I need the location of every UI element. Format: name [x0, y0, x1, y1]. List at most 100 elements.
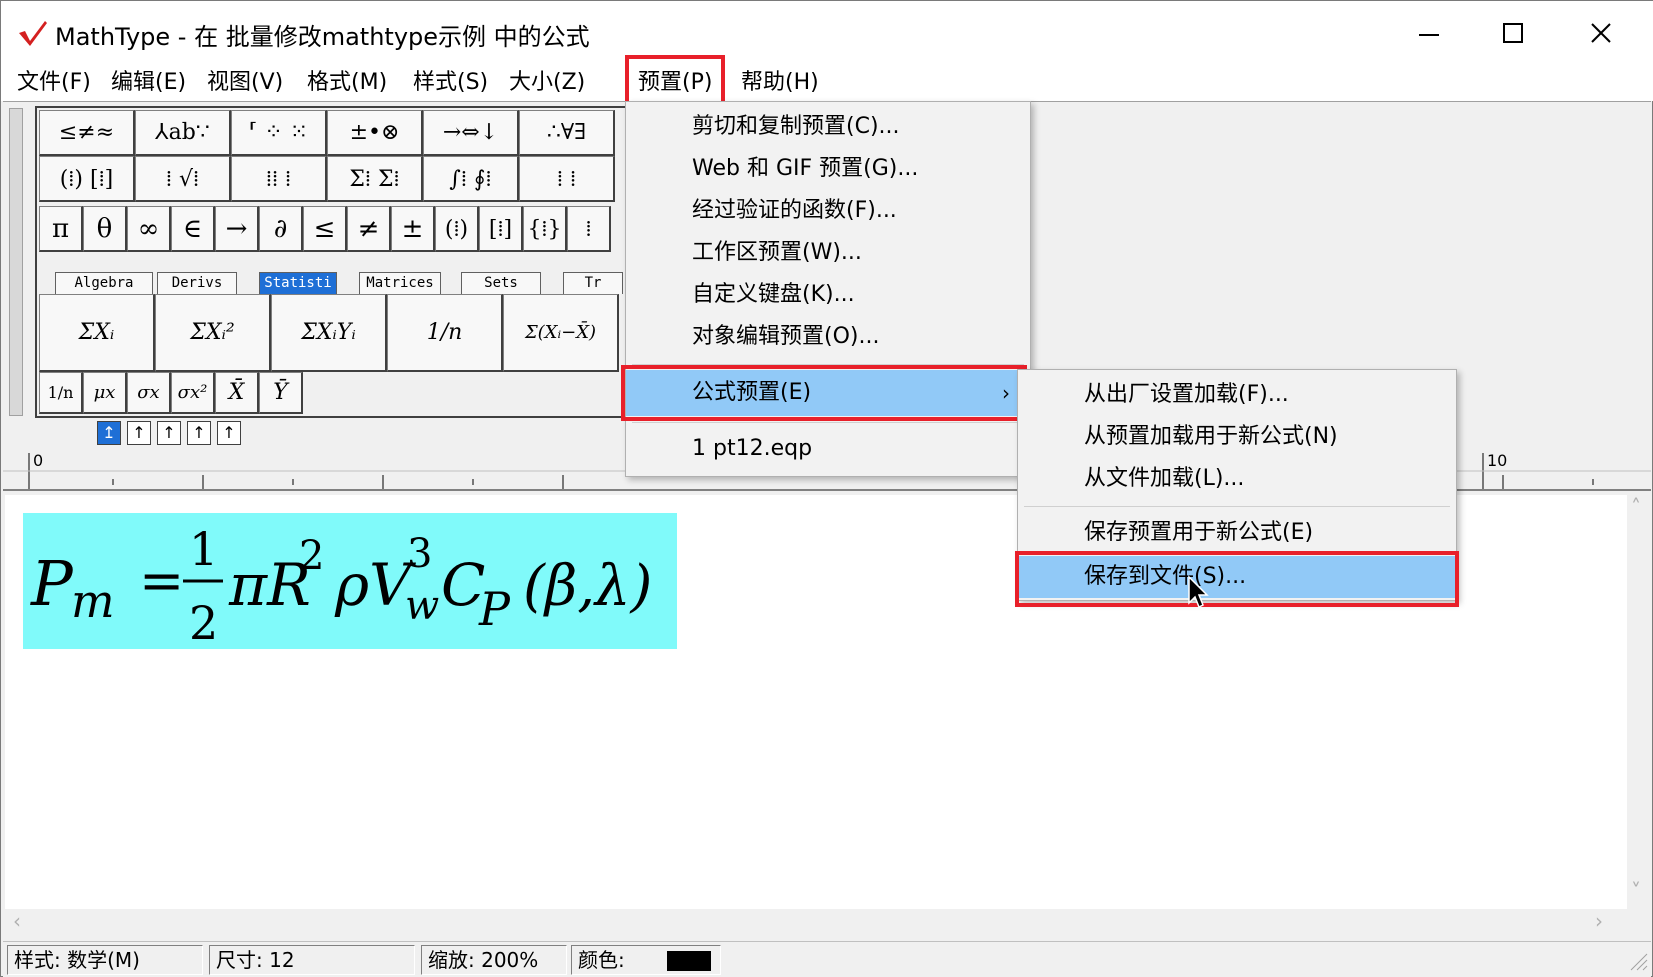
symbol-theta[interactable]: θ	[83, 206, 127, 252]
equation-preferences-submenu: 从出厂设置加载(F)... 从预置加载用于新公式(N) 从文件加载(L)... …	[1017, 369, 1457, 601]
menu-item-save-to-file[interactable]: 保存到文件(S)...	[1018, 556, 1456, 598]
tab-stop-buttons: ↥ ↑ ↑ ↑ ↑	[97, 421, 241, 447]
menu-edit[interactable]: 编辑(E)	[107, 67, 190, 99]
palette-relations[interactable]: ≤≠≈	[39, 110, 135, 156]
palette-logic[interactable]: ∴∀∃	[519, 110, 615, 156]
symbol-infinity[interactable]: ∞	[127, 206, 171, 252]
symbol-parens[interactable]: (⁞)	[435, 206, 479, 252]
symbol-partial[interactable]: ∂	[259, 206, 303, 252]
formula-equals: =	[139, 549, 184, 612]
symbol-pi[interactable]: π	[39, 206, 83, 252]
menu-bar: 文件(F) 编辑(E) 视图(V) 格式(M) 样式(S) 大小(Z) 预置(P…	[1, 63, 1653, 101]
menu-file[interactable]: 文件(F)	[13, 67, 95, 99]
palette-summations[interactable]: Σ⁞ Σ⁞	[327, 156, 423, 202]
symbol-less-equal[interactable]: ≤	[303, 206, 347, 252]
close-button[interactable]	[1573, 11, 1629, 55]
template-sum-xy[interactable]: ΣXᵢYᵢ	[271, 294, 387, 372]
formula-render: P m = 1 2 πR 2 ρV 3 w C P (β,λ)	[30, 522, 652, 649]
menu-separator	[632, 364, 1024, 365]
decimal-tab-stop-button[interactable]: ↑	[217, 421, 241, 445]
mouse-pointer-icon	[1188, 575, 1209, 609]
ruler-end-label: 10	[1487, 451, 1508, 470]
left-tab-stop-button[interactable]: ↥	[97, 421, 121, 445]
palette-operators[interactable]: ±•⊗	[327, 110, 423, 156]
vertical-scrollbar[interactable]: ˄ ˅	[1627, 495, 1651, 909]
menu-item-load-factory-settings[interactable]: 从出厂设置加载(F)...	[1018, 374, 1456, 416]
formula-c-subscript: P	[478, 582, 511, 636]
menu-item-customize-keyboard[interactable]: 自定义键盘(K)...	[626, 274, 1030, 316]
tab-trig[interactable]: Tr	[563, 272, 623, 294]
menu-item-recent-file[interactable]: 1 pt12.eqp	[626, 428, 1030, 470]
menu-item-save-new-equation-preferences[interactable]: 保存预置用于新公式(E)	[1018, 512, 1456, 554]
palette-integrals[interactable]: ∫⁞ ∮⁞	[423, 156, 519, 202]
template-sum-x-squared[interactable]: ΣXᵢ²	[155, 294, 271, 372]
horizontal-scrollbar[interactable]: ‹ ›	[5, 909, 1627, 937]
menu-preferences[interactable]: 预置(P)	[634, 67, 717, 99]
template-y-bar[interactable]: Ȳ	[259, 372, 303, 414]
menu-item-recognized-functions[interactable]: 经过验证的函数(F)...	[626, 190, 1030, 232]
menu-item-web-gif-preferences[interactable]: Web 和 GIF 预置(G)...	[626, 148, 1030, 190]
tab-statistics[interactable]: Statisti	[259, 272, 337, 294]
menu-item-cut-copy-preferences[interactable]: 剪切和复制预置(C)...	[626, 106, 1030, 148]
menu-size[interactable]: 大小(Z)	[505, 67, 589, 99]
menu-help[interactable]: 帮助(H)	[737, 67, 823, 99]
formula-frac-numerator: 1	[189, 522, 218, 576]
template-x-bar[interactable]: X̄	[215, 372, 259, 414]
palette-fractions-radicals[interactable]: ⁞ √⁞	[135, 156, 231, 202]
menu-item-equation-preferences[interactable]: 公式预置(E) ›	[626, 370, 1030, 416]
symbol-plus-minus[interactable]: ±	[391, 206, 435, 252]
tab-sets[interactable]: Sets	[461, 272, 541, 294]
symbol-braces[interactable]: {⁞}	[523, 206, 567, 252]
template-small-one-over-n[interactable]: 1/n	[39, 372, 83, 414]
template-sum-x[interactable]: ΣXᵢ	[39, 294, 155, 372]
menu-item-load-from-file[interactable]: 从文件加载(L)...	[1018, 458, 1456, 500]
menu-item-object-editing-preferences[interactable]: 对象编辑预置(O)...	[626, 316, 1030, 358]
toolbar-grip[interactable]	[9, 108, 23, 416]
menu-separator	[1024, 506, 1450, 507]
tab-algebra[interactable]: Algebra	[55, 272, 153, 294]
palette-bars[interactable]: ⁞ ⁞	[519, 156, 615, 202]
template-mu-x[interactable]: μx	[83, 372, 127, 414]
tab-matrices[interactable]: Matrices	[359, 272, 441, 294]
palette-scripts[interactable]: ⁞⁞ ⁞	[231, 156, 327, 202]
formula-v-exponent: 3	[407, 531, 432, 577]
menu-separator	[632, 422, 1024, 423]
palette-spaces[interactable]: ⅄ab∵	[135, 110, 231, 156]
menu-item-load-new-equation-preferences[interactable]: 从预置加载用于新公式(N)	[1018, 416, 1456, 458]
formula-lhs-sub: m	[71, 574, 115, 628]
menu-format[interactable]: 格式(M)	[303, 67, 391, 99]
palette-embellishments[interactable]: ⸢ ⁘ ⁙	[231, 110, 327, 156]
palette-arrows[interactable]: →⇔↓	[423, 110, 519, 156]
tab-derivs[interactable]: Derivs	[157, 272, 237, 294]
relation-tab-stop-button[interactable]: ↑	[187, 421, 211, 445]
right-tab-stop-button[interactable]: ↑	[157, 421, 181, 445]
status-size: 尺寸: 12	[209, 945, 415, 975]
symbol-element-of[interactable]: ∈	[171, 206, 215, 252]
scroll-down-icon[interactable]: ˅	[1631, 879, 1641, 903]
menu-item-workspace-preferences[interactable]: 工作区预置(W)...	[626, 232, 1030, 274]
scroll-left-icon[interactable]: ‹	[13, 909, 21, 933]
symbol-not-equal[interactable]: ≠	[347, 206, 391, 252]
scroll-right-icon[interactable]: ›	[1595, 909, 1603, 933]
mathtype-logo-icon	[19, 21, 47, 46]
template-sigma-x[interactable]: σx	[127, 372, 171, 414]
menu-view[interactable]: 视图(V)	[203, 67, 287, 99]
center-tab-stop-button[interactable]: ↑	[127, 421, 151, 445]
palette-fences[interactable]: (⁞) [⁞]	[39, 156, 135, 202]
symbol-arrow[interactable]: →	[215, 206, 259, 252]
resize-grip-icon[interactable]	[1627, 950, 1649, 972]
formula-r-exponent: 2	[299, 533, 324, 579]
symbol-brackets[interactable]: [⁞]	[479, 206, 523, 252]
selected-formula[interactable]: P m = 1 2 πR 2 ρV 3 w C P (β,λ)	[23, 513, 677, 649]
title-bar: MathType - 在 批量修改mathtype示例 中的公式	[1, 1, 1653, 65]
mathtype-window: MathType - 在 批量修改mathtype示例 中的公式 文件(F) 编…	[0, 0, 1653, 977]
template-sum-deviation[interactable]: Σ(Xᵢ−X̄)	[503, 294, 619, 372]
minimize-button[interactable]	[1401, 11, 1457, 55]
scroll-up-icon[interactable]: ˄	[1631, 495, 1641, 519]
submenu-arrow-icon: ›	[1002, 381, 1010, 405]
maximize-button[interactable]	[1485, 11, 1541, 55]
template-sigma-x-squared[interactable]: σx²	[171, 372, 215, 414]
template-one-over-n[interactable]: 1/n	[387, 294, 503, 372]
menu-style[interactable]: 样式(S)	[409, 67, 492, 99]
symbol-fraction[interactable]: ⁞	[567, 206, 611, 252]
